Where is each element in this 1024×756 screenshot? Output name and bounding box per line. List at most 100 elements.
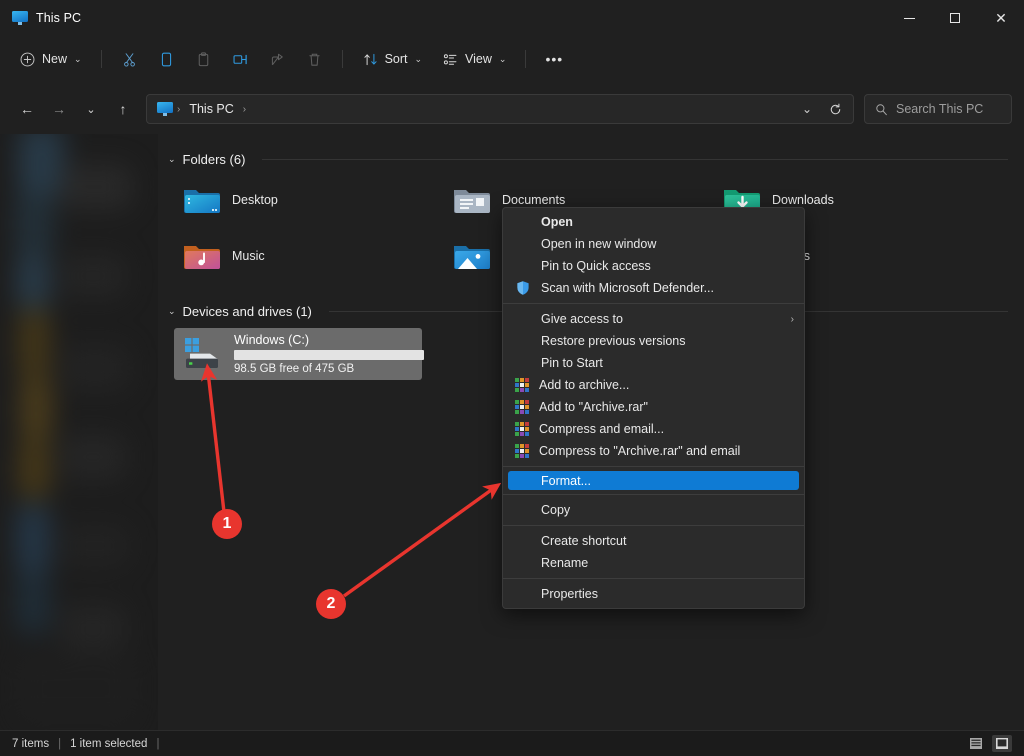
context-menu-item-label: Give access to bbox=[541, 312, 623, 326]
copy-button[interactable] bbox=[149, 43, 184, 75]
paste-icon bbox=[198, 51, 208, 66]
context-menu-item-properties[interactable]: Properties bbox=[503, 583, 804, 605]
winrar-icon bbox=[515, 444, 529, 458]
drive-item-windows-c[interactable]: Windows (C:) 98.5 GB free of 475 GB bbox=[174, 328, 424, 380]
chevron-down-icon: ⌄ bbox=[801, 102, 813, 116]
title-bar: This PC ✕ bbox=[0, 0, 1024, 36]
context-menu-item-compress-to-archive-and-email[interactable]: Compress to "Archive.rar" and email bbox=[503, 440, 804, 462]
delete-button[interactable] bbox=[297, 43, 332, 75]
context-menu-separator bbox=[503, 494, 804, 495]
search-box[interactable]: Search This PC bbox=[864, 94, 1012, 124]
context-menu-item-open[interactable]: Open bbox=[503, 211, 804, 233]
status-view-toggles bbox=[966, 735, 1012, 752]
navigation-pane-blurred-content bbox=[0, 134, 158, 730]
navigation-bar: ← → ⌄ ↑ › This PC › ⌄ Search This PC bbox=[0, 88, 1024, 130]
context-menu-item-add-to-archive[interactable]: Add to archive... bbox=[503, 374, 804, 396]
view-button[interactable]: View ⌄ bbox=[433, 43, 515, 75]
toolbar-divider-2 bbox=[341, 50, 343, 68]
large-icons-view-button[interactable] bbox=[992, 735, 1012, 752]
folder-item-label: Downloads bbox=[772, 193, 834, 207]
refresh-button[interactable] bbox=[821, 96, 849, 122]
context-menu-item-label: Restore previous versions bbox=[541, 334, 686, 348]
music-folder-icon bbox=[182, 240, 220, 272]
title-bar-left: This PC bbox=[0, 11, 81, 25]
breadcrumb-this-pc[interactable]: This PC bbox=[184, 100, 238, 118]
context-menu-item-rename[interactable]: Rename bbox=[503, 552, 804, 574]
context-menu-item-create-shortcut[interactable]: Create shortcut bbox=[503, 530, 804, 552]
drive-name: Windows (C:) bbox=[234, 333, 310, 347]
address-bar[interactable]: › This PC › ⌄ bbox=[146, 94, 854, 124]
folder-item-desktop[interactable]: Desktop bbox=[174, 172, 444, 228]
toolbar-divider bbox=[100, 50, 102, 68]
context-menu-item-pin-to-quick-access[interactable]: Pin to Quick access bbox=[503, 255, 804, 277]
address-bar-actions: ⌄ bbox=[793, 96, 849, 122]
context-menu-separator bbox=[503, 466, 804, 467]
chevron-down-icon: ⌄ bbox=[414, 53, 423, 64]
context-menu-item-add-to-archive-rar[interactable]: Add to "Archive.rar" bbox=[503, 396, 804, 418]
pictures-folder-icon bbox=[452, 240, 490, 272]
group-divider bbox=[262, 158, 1008, 160]
drive-item-info: Windows (C:) 98.5 GB free of 475 GB bbox=[234, 333, 424, 375]
maximize-button[interactable] bbox=[932, 0, 978, 36]
context-menu-item-restore-previous-versions[interactable]: Restore previous versions bbox=[503, 330, 804, 352]
context-menu[interactable]: Open Open in new window Pin to Quick acc… bbox=[502, 207, 805, 609]
share-button[interactable] bbox=[260, 43, 295, 75]
chevron-down-icon[interactable]: ⌄ bbox=[168, 154, 176, 165]
window-controls: ✕ bbox=[886, 0, 1024, 36]
folder-item-label: Desktop bbox=[232, 193, 278, 207]
file-explorer-window: This PC ✕ New ⌄ Sort ⌄ View ⌄ ••• ← → ⌄ … bbox=[0, 0, 1024, 756]
close-button[interactable]: ✕ bbox=[978, 0, 1024, 36]
recent-locations-button[interactable]: ⌄ bbox=[76, 94, 106, 124]
context-menu-item-give-access-to[interactable]: Give access to › bbox=[503, 308, 804, 330]
folders-group-header[interactable]: ⌄ Folders (6) bbox=[158, 146, 1024, 172]
up-button[interactable]: ↑ bbox=[108, 94, 138, 124]
details-view-button[interactable] bbox=[966, 735, 986, 752]
windows-drive-icon bbox=[182, 337, 224, 371]
rename-button[interactable] bbox=[223, 43, 258, 75]
folders-group-title: Folders (6) bbox=[182, 151, 246, 167]
context-menu-item-copy[interactable]: Copy bbox=[503, 499, 804, 521]
context-menu-item-label: Add to "Archive.rar" bbox=[539, 400, 648, 414]
new-button[interactable]: New ⌄ bbox=[10, 43, 91, 75]
breadcrumb-separator: › bbox=[177, 103, 181, 115]
close-icon: ✕ bbox=[995, 10, 1007, 26]
context-menu-item-pin-to-start[interactable]: Pin to Start bbox=[503, 352, 804, 374]
folder-item-music[interactable]: Music bbox=[174, 228, 444, 284]
sort-button[interactable]: Sort ⌄ bbox=[353, 43, 431, 75]
arrow-up-icon: ↑ bbox=[119, 101, 127, 117]
chevron-down-icon[interactable]: ⌄ bbox=[168, 306, 176, 317]
context-menu-item-format[interactable]: Format... bbox=[508, 471, 799, 490]
view-button-label: View bbox=[465, 52, 492, 66]
context-menu-separator bbox=[503, 525, 804, 526]
winrar-icon bbox=[515, 422, 529, 436]
status-item-count: 7 items bbox=[12, 737, 50, 750]
search-input[interactable]: Search This PC bbox=[896, 102, 983, 116]
more-button[interactable]: ••• bbox=[536, 43, 572, 75]
forward-button[interactable]: → bbox=[44, 94, 74, 124]
winrar-icon bbox=[515, 378, 529, 392]
context-menu-item-label: Copy bbox=[541, 503, 571, 517]
arrow-right-icon: → bbox=[52, 101, 66, 117]
status-divider: | bbox=[58, 737, 62, 750]
status-divider: | bbox=[156, 737, 160, 750]
context-menu-item-open-in-new-window[interactable]: Open in new window bbox=[503, 233, 804, 255]
folder-item-label: Music bbox=[232, 249, 265, 263]
sort-button-label: Sort bbox=[384, 52, 408, 66]
large-icons-view-icon bbox=[996, 738, 1008, 749]
navigation-pane[interactable] bbox=[0, 134, 158, 730]
annotation-badge-1: 1 bbox=[212, 509, 242, 539]
winrar-icon bbox=[515, 400, 529, 414]
context-menu-item-compress-and-email[interactable]: Compress and email... bbox=[503, 418, 804, 440]
cut-button[interactable] bbox=[112, 43, 147, 75]
back-button[interactable]: ← bbox=[12, 94, 42, 124]
context-menu-item-label: Compress to "Archive.rar" and email bbox=[539, 444, 741, 458]
ellipsis-icon: ••• bbox=[545, 51, 564, 67]
view-icon bbox=[443, 53, 457, 65]
address-dropdown-button[interactable]: ⌄ bbox=[793, 96, 821, 122]
drive-capacity-bar bbox=[234, 350, 424, 360]
context-menu-item-scan-with-defender[interactable]: Scan with Microsoft Defender... bbox=[503, 277, 804, 299]
window-title: This PC bbox=[36, 11, 82, 25]
minimize-button[interactable] bbox=[886, 0, 932, 36]
paste-button[interactable] bbox=[186, 43, 221, 75]
desktop-folder-icon bbox=[182, 184, 220, 216]
